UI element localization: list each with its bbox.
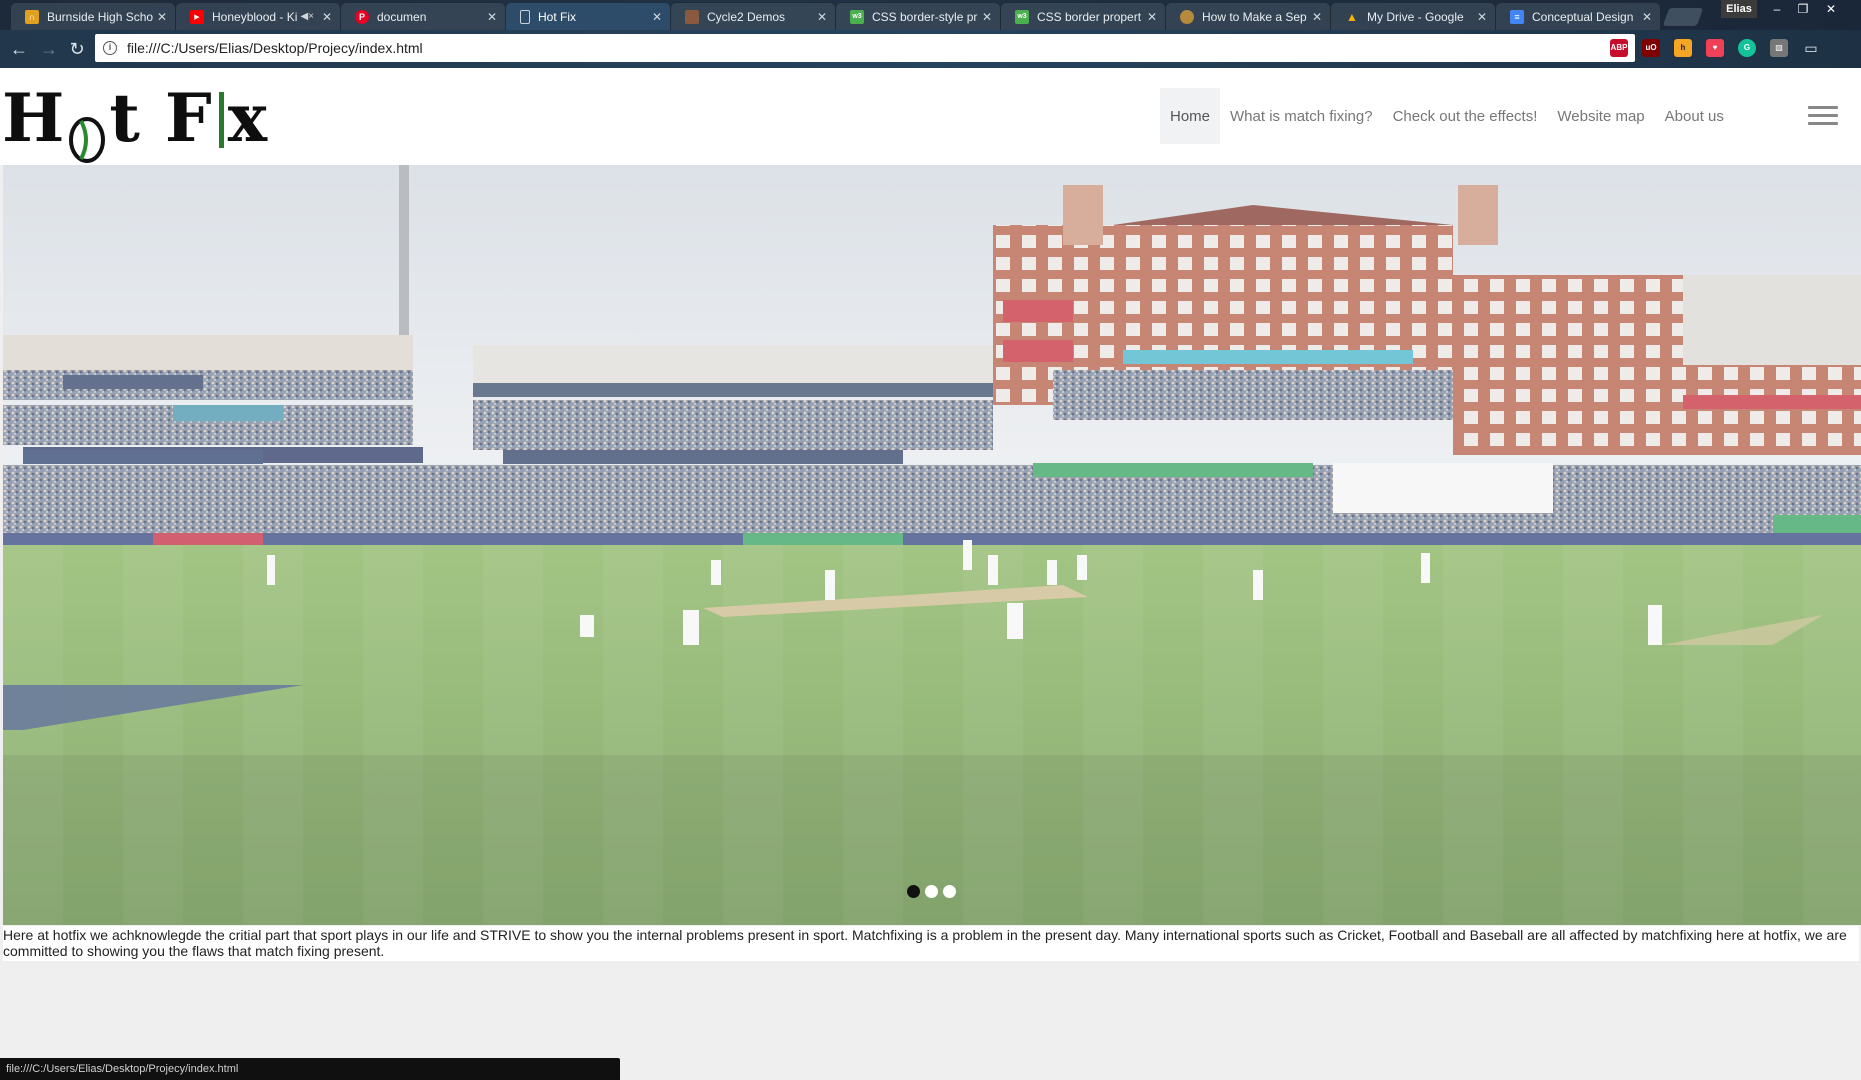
tab-title: CSS border-style pr	[872, 9, 978, 24]
tab-my-drive[interactable]: ▲ My Drive - Google ✕	[1330, 2, 1496, 30]
speaker-muted-icon[interactable]: ◀×	[300, 11, 314, 22]
tab-cycle2-demos[interactable]: Cycle2 Demos ✕	[670, 2, 836, 30]
tab-title: documen	[377, 9, 427, 24]
forward-arrow-icon[interactable]: →	[38, 38, 60, 60]
tab-close-icon[interactable]: ✕	[817, 10, 827, 24]
nav-website-map[interactable]: Website map	[1547, 88, 1654, 144]
tab-title: Cycle2 Demos	[707, 9, 786, 24]
tab-css-border-style[interactable]: w3 CSS border-style pr ✕	[835, 2, 1001, 30]
slider-dot-1[interactable]	[907, 885, 920, 898]
tab-burnside[interactable]: ∩ Burnside High Scho ✕	[10, 2, 176, 30]
cricket-stump-icon	[218, 92, 224, 148]
address-url: file:///C:/Users/Elias/Desktop/Projecy/i…	[127, 40, 423, 56]
adblock-plus-icon[interactable]: ABP	[1610, 39, 1628, 57]
tab-conceptual-design[interactable]: ≡ Conceptual Design ✕	[1495, 2, 1661, 30]
tab-close-icon[interactable]: ✕	[1642, 10, 1652, 24]
google-drive-favicon-icon: ▲	[1346, 9, 1358, 24]
tab-title: Conceptual Design	[1532, 9, 1634, 24]
tab-close-icon[interactable]: ✕	[1312, 10, 1322, 24]
logo-letter: x	[227, 79, 269, 157]
chat-icon[interactable]: ▭	[1802, 39, 1820, 57]
status-bar-url: file:///C:/Users/Elias/Desktop/Projecy/i…	[0, 1058, 620, 1080]
tab-title: Honeyblood - Ki	[212, 9, 298, 24]
nav-what-is-match-fixing[interactable]: What is match fixing?	[1220, 88, 1383, 144]
intro-paragraph: Here at hotfix we achknowlegde the criti…	[3, 926, 1859, 961]
tab-close-icon[interactable]: ✕	[487, 10, 497, 24]
restore-icon[interactable]: ❐	[1790, 0, 1816, 18]
profile-button[interactable]: Elias	[1721, 0, 1757, 18]
browser-toolbar: ← → ↻ i file:///C:/Users/Elias/Desktop/P…	[0, 30, 1861, 68]
main-nav: Home What is match fixing? Check out the…	[1160, 88, 1734, 144]
grammarly-icon[interactable]: G	[1738, 39, 1756, 57]
nav-about-us[interactable]: About us	[1655, 88, 1734, 144]
tab-close-icon[interactable]: ✕	[652, 10, 662, 24]
tab-honeyblood[interactable]: ▶ Honeyblood - Ki ◀× ✕	[175, 2, 341, 30]
pinterest-favicon-icon: P	[355, 9, 369, 24]
cricket-ball-icon	[67, 101, 107, 163]
nav-check-out-effects[interactable]: Check out the effects!	[1383, 88, 1548, 144]
hero-slider[interactable]	[3, 165, 1861, 925]
tab-close-icon[interactable]: ✕	[157, 10, 167, 24]
back-arrow-icon[interactable]: ←	[8, 38, 30, 60]
tab-title: Hot Fix	[538, 9, 577, 24]
tab-close-icon[interactable]: ✕	[1477, 10, 1487, 24]
tab-title: CSS border propert	[1037, 9, 1142, 24]
slider-dot-3[interactable]	[943, 885, 956, 898]
hamburger-menu-icon[interactable]	[1808, 106, 1838, 126]
browser-titlebar: ∩ Burnside High Scho ✕ ▶ Honeyblood - Ki…	[0, 0, 1861, 30]
minimize-icon[interactable]: –	[1764, 0, 1790, 18]
ublock-icon[interactable]: uO	[1642, 39, 1660, 57]
page-info-icon[interactable]: i	[103, 41, 117, 55]
tab-documen[interactable]: P documen ✕	[340, 2, 506, 30]
close-window-icon[interactable]: ✕	[1818, 0, 1844, 18]
tab-css-border-property[interactable]: w3 CSS border propert ✕	[1000, 2, 1166, 30]
tab-close-icon[interactable]: ✕	[322, 10, 332, 24]
slider-dot-2[interactable]	[925, 885, 938, 898]
hot-fix-logo[interactable]: H t F x	[2, 78, 269, 163]
site-header: H t F x Home What is match fixing? Check…	[0, 68, 1861, 165]
address-bar[interactable]: i file:///C:/Users/Elias/Desktop/Projecy…	[95, 34, 1635, 62]
tab-title: My Drive - Google	[1367, 9, 1464, 24]
slider-dots	[907, 885, 961, 898]
burnside-favicon-icon: ∩	[25, 9, 39, 24]
google-docs-favicon-icon: ≡	[1510, 9, 1524, 24]
extension-gray-icon[interactable]: ▧	[1770, 39, 1788, 57]
tab-strip: ∩ Burnside High Scho ✕ ▶ Honeyblood - Ki…	[10, 2, 1704, 30]
reload-icon[interactable]: ↻	[66, 38, 88, 60]
logo-letters: t F	[109, 79, 213, 157]
nav-home[interactable]: Home	[1160, 88, 1221, 144]
pocket-icon[interactable]: ♥	[1706, 39, 1724, 57]
site-favicon-icon	[1180, 9, 1194, 24]
hero-overlay	[3, 165, 1861, 925]
w3schools-favicon-icon: w3	[850, 9, 864, 24]
tab-title: Burnside High Scho	[47, 9, 153, 24]
youtube-favicon-icon: ▶	[190, 9, 204, 24]
file-favicon-icon	[520, 9, 530, 24]
w3schools-favicon-icon: w3	[1015, 9, 1029, 24]
cycle2-favicon-icon	[685, 9, 699, 24]
tab-title: How to Make a Sep	[1202, 9, 1307, 24]
tab-hot-fix[interactable]: Hot Fix ✕	[505, 2, 671, 30]
honey-icon[interactable]: h	[1674, 39, 1692, 57]
tab-how-to-make[interactable]: How to Make a Sep ✕	[1165, 2, 1331, 30]
web-page: H t F x Home What is match fixing? Check…	[0, 68, 1861, 1080]
tab-close-icon[interactable]: ✕	[1147, 10, 1157, 24]
logo-letter: H	[2, 79, 66, 157]
tab-close-icon[interactable]: ✕	[982, 10, 992, 24]
new-tab-button[interactable]	[1662, 8, 1704, 26]
